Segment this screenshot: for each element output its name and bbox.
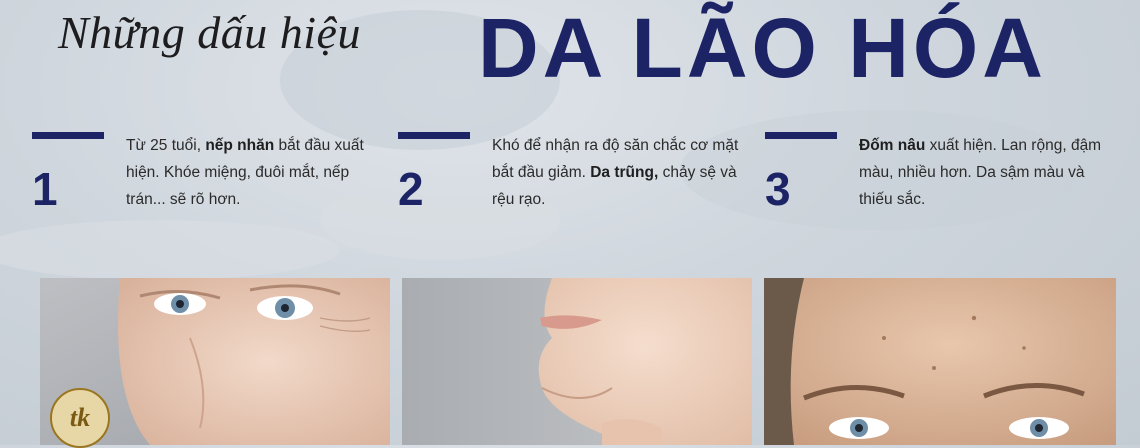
sign-number: 2	[398, 163, 424, 215]
sign-divider	[398, 132, 470, 139]
sign-number: 3	[765, 163, 791, 215]
sign-number: 1	[32, 163, 58, 215]
sign-text: Từ 25 tuổi, nếp nhăn bắt đầu xuất hiện. …	[126, 137, 364, 208]
subtitle: Những dấu hiệu	[58, 7, 361, 58]
headline: DA LÃO HÓA	[478, 1, 1047, 95]
sign-divider	[32, 132, 104, 139]
sign-text: Đốm nâu xuất hiện. Lan rộng, đậm màu, nh…	[859, 137, 1102, 208]
sign-text: Khó để nhận ra độ săn chắc cơ mặt bắt đầ…	[492, 137, 739, 208]
brand-logo: tk	[50, 388, 110, 448]
sign-divider	[765, 132, 837, 139]
face-illustration-2	[402, 278, 752, 445]
photo-spots	[764, 278, 1116, 445]
photo-sagging	[402, 278, 752, 445]
face-illustration-3	[764, 278, 1116, 445]
